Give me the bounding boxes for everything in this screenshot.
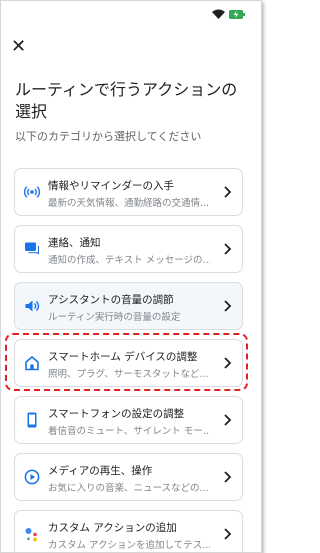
broadcast-icon bbox=[24, 186, 40, 198]
chevron-right-icon bbox=[224, 414, 232, 426]
category-list: 情報やリマインダーの入手 最新の天気情報、通勤経路の交通情... 連絡、通知 通… bbox=[5, 168, 248, 552]
battery-charging-icon bbox=[229, 9, 245, 19]
page-subtitle: 以下のカテゴリから選択してください bbox=[15, 130, 202, 143]
category-description: 着信音のミュート、サイレント モー... bbox=[48, 426, 210, 437]
chevron-right-icon bbox=[224, 357, 232, 369]
category-label: スマートフォンの設定の調整 bbox=[48, 408, 185, 420]
category-description: 最新の天気情報、通勤経路の交通情... bbox=[48, 198, 210, 209]
category-label: 連絡、通知 bbox=[48, 237, 101, 249]
category-item-smart-home[interactable]: スマートホーム デバイスの調整 照明、プラグ、サーモスタットなど... bbox=[5, 333, 248, 391]
wifi-icon bbox=[212, 9, 225, 19]
play-icon bbox=[24, 469, 40, 485]
chevron-right-icon bbox=[224, 528, 232, 540]
category-item-contact[interactable]: 連絡、通知 通知の作成、テキスト メッセージの... bbox=[14, 225, 243, 273]
home-icon bbox=[25, 356, 39, 371]
category-description: カスタム アクションを追加してテス... bbox=[48, 540, 210, 551]
page-title: ルーティンで行うアクションの選択 bbox=[15, 80, 238, 121]
app-screen: ✕ ルーティンで行うアクションの選択 以下のカテゴリから選択してください 情報や… bbox=[0, 0, 262, 553]
status-bar bbox=[212, 9, 245, 19]
category-label: スマートホーム デバイスの調整 bbox=[48, 351, 198, 363]
chevron-right-icon bbox=[224, 300, 232, 312]
category-description: 照明、プラグ、サーモスタットなど... bbox=[48, 369, 209, 380]
category-item-media[interactable]: メディアの再生、操作 お気に入りの音楽、ニュースなどの... bbox=[14, 453, 243, 501]
chevron-right-icon bbox=[224, 186, 232, 198]
category-label: メディアの再生、操作 bbox=[48, 465, 153, 477]
speaker-icon bbox=[25, 300, 40, 312]
category-description: 通知の作成、テキスト メッセージの... bbox=[48, 255, 210, 266]
category-item-phone[interactable]: スマートフォンの設定の調整 着信音のミュート、サイレント モー... bbox=[14, 396, 243, 444]
message-icon bbox=[25, 242, 39, 255]
chevron-right-icon bbox=[224, 243, 232, 255]
category-item-info[interactable]: 情報やリマインダーの入手 最新の天気情報、通勤経路の交通情... bbox=[14, 168, 243, 216]
category-label: カスタム アクションの追加 bbox=[48, 522, 177, 534]
phone-icon bbox=[27, 412, 37, 428]
category-label: 情報やリマインダーの入手 bbox=[48, 180, 174, 192]
category-label: アシスタントの音量の調節 bbox=[48, 294, 174, 306]
category-description: ルーティン実行時の音量の設定 bbox=[48, 312, 181, 323]
category-item-custom[interactable]: カスタム アクションの追加 カスタム アクションを追加してテス... bbox=[14, 510, 243, 552]
category-item-volume[interactable]: アシスタントの音量の調節 ルーティン実行時の音量の設定 bbox=[14, 282, 243, 330]
assistant-icon bbox=[25, 528, 37, 542]
close-icon[interactable]: ✕ bbox=[11, 37, 31, 57]
chevron-right-icon bbox=[224, 471, 232, 483]
category-description: お気に入りの音楽、ニュースなどの... bbox=[48, 483, 209, 494]
